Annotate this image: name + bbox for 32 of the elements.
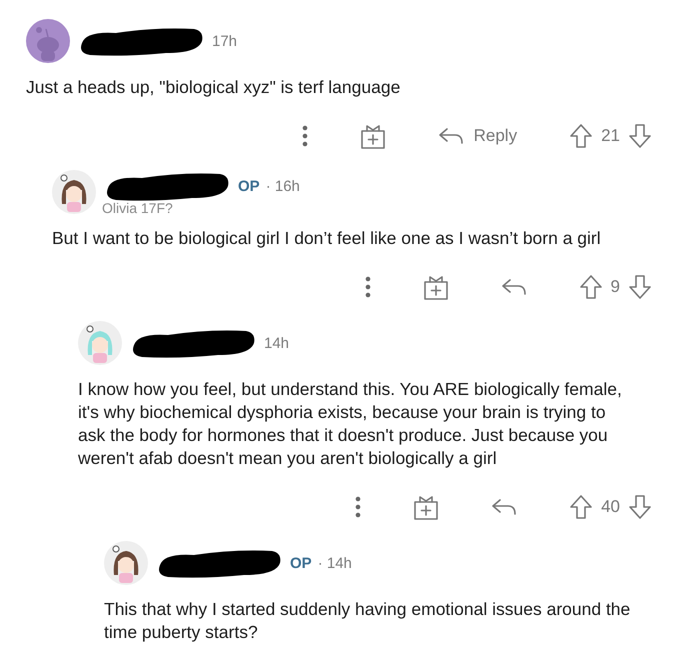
timestamp: 17h: [212, 32, 238, 50]
timestamp: · 16h: [266, 178, 300, 194]
reply-button[interactable]: [500, 277, 527, 297]
vote-count: 21: [601, 126, 620, 146]
comment-text: Just a heads up, "biological xyz" is terf language: [26, 76, 402, 99]
more-options-icon[interactable]: [302, 124, 308, 148]
upvote-icon[interactable]: [569, 494, 594, 520]
upvote-icon[interactable]: [569, 123, 594, 149]
comment-text: But I want to be biological girl I don’t feel like one as I wasn’t born a girl: [52, 227, 602, 250]
gift-icon[interactable]: [360, 123, 386, 149]
timestamp: · 14h: [318, 554, 352, 572]
user-flair: Olivia 17F?: [102, 200, 174, 216]
op-label: OP: [238, 178, 260, 194]
reply-icon: [438, 126, 464, 146]
more-options-icon[interactable]: [364, 275, 371, 299]
vote-count: 40: [601, 497, 620, 517]
op-label: OP: [290, 554, 312, 572]
reply-button[interactable]: [491, 497, 518, 517]
downvote-icon[interactable]: [628, 123, 652, 149]
reply-icon: [491, 497, 518, 517]
gift-icon[interactable]: [413, 494, 440, 520]
downvote-icon[interactable]: [628, 274, 652, 300]
reply-button[interactable]: Reply: [438, 126, 518, 146]
upvote-icon[interactable]: [578, 274, 603, 300]
timestamp: 14h: [264, 334, 290, 352]
reply-icon: [500, 277, 527, 297]
downvote-icon[interactable]: [628, 494, 652, 520]
more-options-icon[interactable]: [355, 495, 362, 519]
vote-count: 9: [610, 277, 620, 297]
comment-text: This that why I started suddenly having emotional issues around the time puberty starts?: [104, 598, 632, 644]
gift-icon[interactable]: [422, 274, 449, 300]
comment-text: I know how you feel, but understand this. You ARE biologically female, it's why biochemical dysphoria exists, because your brain is trying to ask the body for hormones that it doesn't produce. Just because you weren't afab doesn't mean you aren't biologically a girl: [78, 378, 623, 470]
